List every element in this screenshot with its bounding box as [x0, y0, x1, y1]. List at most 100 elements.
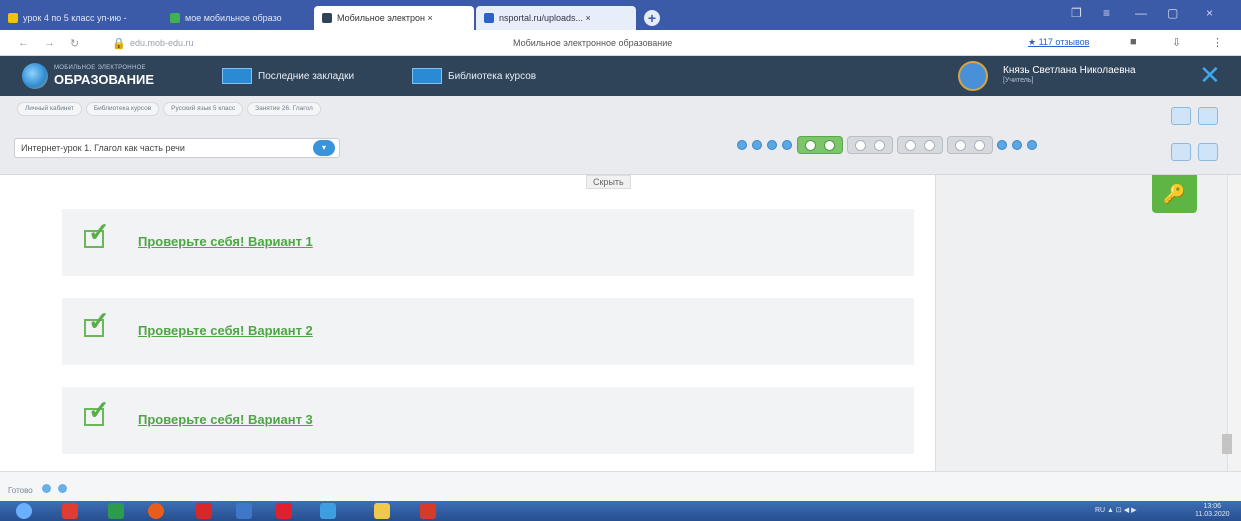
breadcrumb-item[interactable]: Личный кабинет: [17, 102, 82, 116]
check-link[interactable]: Проверьте себя! Вариант 1: [138, 234, 313, 249]
site-header: МОБИЛЬНОЕ ЭЛЕКТРОННОЕ ОБРАЗОВАНИЕ Послед…: [0, 56, 1241, 96]
status-user-icon[interactable]: [42, 484, 51, 493]
step-pill-active[interactable]: [797, 136, 843, 154]
breadcrumb-item[interactable]: Занятие 26. Глагол: [247, 102, 321, 116]
logo-subtitle: МОБИЛЬНОЕ ЭЛЕКТРОННОЕ: [54, 65, 146, 71]
calculator-icon[interactable]: [1171, 143, 1191, 161]
user-role: [Учитель]: [1003, 77, 1034, 84]
lesson-select[interactable]: Интернет-урок 1. Глагол как часть речи ▾: [14, 138, 340, 158]
tools-icon[interactable]: [1198, 143, 1218, 161]
bookmark-icon[interactable]: ■: [1130, 36, 1137, 48]
view-list-icon[interactable]: [1171, 107, 1191, 125]
library-icon: [412, 68, 442, 84]
checkmark-icon: ✓: [88, 306, 110, 336]
app-icon[interactable]: [420, 503, 436, 519]
clock-date: 11.03.2020: [1195, 511, 1230, 518]
start-icon[interactable]: [16, 503, 32, 519]
logo-title[interactable]: ОБРАЗОВАНИЕ: [54, 72, 154, 87]
back-icon[interactable]: ←: [18, 37, 29, 49]
right-panel: [935, 175, 1227, 471]
app-icon[interactable]: [62, 503, 78, 519]
lesson-toolbar: Личный кабинет Библиотека курсов Русский…: [0, 96, 1241, 175]
nav-next-icon[interactable]: [767, 140, 777, 150]
nav-prev-icon[interactable]: [752, 140, 762, 150]
status-bar: Готово: [0, 471, 1241, 501]
folder-icon[interactable]: [374, 503, 390, 519]
tab-favicon-icon: [170, 13, 180, 23]
windows-taskbar: RU ▲ ⊡ ◀ ▶ 13:06 11.03.2020: [0, 501, 1241, 521]
tab-label: урок 4 по 5 класс уп-ию -: [23, 13, 127, 23]
breadcrumb-item[interactable]: Библиотека курсов: [85, 102, 160, 116]
address-bar: ← → ↻ 🔒 edu.mob-edu.ru Мобильное электро…: [0, 30, 1241, 56]
app-icon[interactable]: [320, 503, 336, 519]
system-tray[interactable]: RU ▲ ⊡ ◀ ▶: [1095, 506, 1136, 514]
more-icon[interactable]: ⋮: [1212, 36, 1223, 49]
browser-tab[interactable]: мое мобильное образо: [162, 6, 312, 30]
forward-icon[interactable]: →: [44, 37, 55, 49]
nav-dot-icon[interactable]: [997, 140, 1007, 150]
breadcrumb-item[interactable]: Русский язык 5 класс: [163, 102, 244, 116]
browser-tab[interactable]: урок 4 по 5 класс уп-ию -: [0, 6, 160, 30]
lesson-pager: [737, 136, 1042, 154]
browser-tab-bar: урок 4 по 5 класс уп-ию - мое мобильное …: [0, 0, 1241, 30]
user-name[interactable]: Князь Светлана Николаевна: [1003, 65, 1136, 76]
tab-favicon-icon: [484, 13, 494, 23]
tab-label: nsportal.ru/uploads... ×: [499, 13, 591, 23]
tab-favicon-icon: [8, 13, 18, 23]
check-link[interactable]: Проверьте себя! Вариант 3: [138, 412, 313, 427]
yandex-browser-icon[interactable]: [276, 503, 292, 519]
scrollbar-thumb[interactable]: [1222, 434, 1232, 454]
yandex-icon[interactable]: [196, 503, 212, 519]
nav-edit-icon[interactable]: [782, 140, 792, 150]
check-card[interactable]: ✓ Проверьте себя! Вариант 2: [62, 298, 914, 365]
minimize-icon[interactable]: —: [1135, 6, 1147, 20]
bookmarks-icon: [222, 68, 252, 84]
course-library-button[interactable]: Библиотека курсов: [412, 66, 536, 86]
hide-button[interactable]: Скрыть: [586, 175, 631, 189]
browser-tab[interactable]: nsportal.ru/uploads... ×: [476, 6, 636, 30]
url-field[interactable]: edu.mob-edu.ru: [130, 38, 194, 48]
nav-first-icon[interactable]: [737, 140, 747, 150]
recent-bookmarks-label: Последние закладки: [258, 70, 355, 82]
chrome-icon[interactable]: [148, 503, 164, 519]
download-icon[interactable]: ⇩: [1172, 36, 1181, 49]
recent-bookmarks-button[interactable]: Последние закладки: [222, 66, 354, 86]
step-pill[interactable]: [847, 136, 893, 154]
status-text: Готово: [8, 486, 33, 495]
breadcrumb: Личный кабинет Библиотека курсов Русский…: [17, 102, 325, 116]
avatar[interactable]: [958, 61, 988, 91]
lock-icon: 🔒: [112, 38, 126, 50]
clock-time: 13:06: [1203, 503, 1222, 510]
rating-link[interactable]: ★ 117 отзывов: [1028, 37, 1089, 48]
checkmark-icon: ✓: [88, 395, 110, 425]
reload-icon[interactable]: ↻: [70, 37, 79, 50]
key-icon[interactable]: 🔑: [1152, 175, 1197, 213]
status-globe-icon[interactable]: [58, 484, 67, 493]
step-pill[interactable]: [897, 136, 943, 154]
step-pill[interactable]: [947, 136, 993, 154]
logo-icon: [22, 63, 48, 89]
tab-label: мое мобильное образо: [185, 13, 282, 23]
course-library-label: Библиотека курсов: [448, 70, 537, 82]
view-grid-icon[interactable]: [1198, 107, 1218, 125]
check-card[interactable]: ✓ Проверьте себя! Вариант 1: [62, 209, 914, 276]
new-tab-button[interactable]: +: [644, 10, 660, 26]
check-card[interactable]: ✓ Проверьте себя! Вариант 3: [62, 387, 914, 454]
menu-icon[interactable]: ≡: [1103, 6, 1110, 20]
app-icon[interactable]: [108, 503, 124, 519]
scrollbar[interactable]: [1227, 175, 1241, 471]
browser-tab-active[interactable]: Мобильное электрон ×: [314, 6, 474, 30]
maximize-icon[interactable]: ▢: [1167, 6, 1178, 20]
app-icon[interactable]: [236, 503, 252, 519]
tab-label: Мобильное электрон ×: [337, 13, 433, 23]
check-link[interactable]: Проверьте себя! Вариант 2: [138, 323, 313, 338]
tab-favicon-icon: [322, 13, 332, 23]
nav-dot-icon[interactable]: [1027, 140, 1037, 150]
checkmark-icon: ✓: [88, 217, 110, 247]
nav-dot-icon[interactable]: [1012, 140, 1022, 150]
clock[interactable]: 13:06 11.03.2020: [1195, 503, 1230, 519]
bookmarks-icon[interactable]: ❐: [1071, 6, 1082, 20]
window-close-icon[interactable]: ×: [1206, 6, 1213, 20]
chevron-down-icon[interactable]: ▾: [313, 140, 335, 156]
close-icon[interactable]: ✕: [1199, 60, 1221, 90]
